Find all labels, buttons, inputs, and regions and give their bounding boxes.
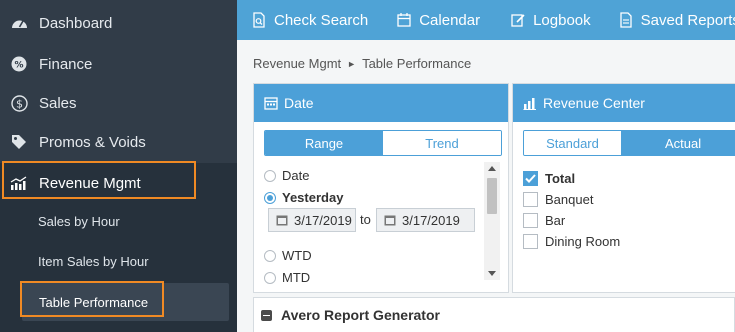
date-panel-title: Date [284, 95, 314, 111]
revenue-mode-toggle: Standard Actual [523, 130, 735, 156]
svg-text:$: $ [16, 97, 23, 110]
radio-button[interactable] [264, 249, 276, 262]
revenue-center-panel: Revenue Center Standard Actual Total Ban… [512, 83, 735, 293]
sidebar-item-finance[interactable]: % Finance [0, 44, 237, 84]
scroll-thumb[interactable] [487, 178, 497, 214]
trend-toggle-option[interactable]: Trend [383, 131, 501, 155]
date-panel: Date Range Trend Date Yesterday 3/17/201… [253, 83, 509, 293]
from-date-field[interactable]: 3/17/2019 [268, 208, 356, 232]
radio-button[interactable] [264, 271, 276, 284]
tag-icon [10, 133, 28, 151]
date-panel-header: Date [254, 84, 508, 122]
revenue-item-dining-room[interactable]: Dining Room [523, 234, 620, 249]
sidebar-item-label: Dashboard [39, 14, 113, 32]
sidebar-item-label: Finance [39, 55, 93, 73]
speedometer-icon [10, 14, 28, 32]
document-search-icon [253, 12, 265, 28]
sidebar-item-revenue-mgmt[interactable]: Revenue Mgmt [0, 163, 237, 203]
sidebar-item-dashboard[interactable]: Dashboard [0, 3, 237, 43]
breadcrumb-parent[interactable]: Revenue Mgmt [253, 56, 341, 71]
checkbox-checked[interactable] [523, 171, 538, 186]
date-options-scrollbar[interactable] [484, 162, 500, 280]
revenue-center-header: Revenue Center [513, 84, 735, 122]
revenue-center-title: Revenue Center [543, 95, 645, 111]
checkbox[interactable] [523, 192, 538, 207]
sidebar-item-label: Sales [39, 94, 77, 112]
collapse-icon[interactable] [261, 309, 272, 321]
saved-reports-link[interactable]: Saved Reports [619, 0, 735, 40]
svg-text:%: % [14, 61, 23, 71]
sidebar-subitem-item-sales-by-hour[interactable]: Item Sales by Hour [38, 254, 149, 269]
date-option-yesterday[interactable]: Yesterday [264, 190, 343, 205]
calendar-icon [397, 13, 411, 27]
date-option-date[interactable]: Date [264, 168, 309, 183]
date-mode-toggle: Range Trend [264, 130, 502, 156]
calendar-link[interactable]: Calendar [397, 0, 480, 40]
revenue-item-bar[interactable]: Bar [523, 213, 565, 228]
revenue-item-total[interactable]: Total [523, 171, 575, 186]
to-label: to [360, 212, 371, 227]
range-toggle-option[interactable]: Range [265, 131, 383, 155]
breadcrumb: Revenue Mgmt ► Table Performance [253, 56, 471, 71]
top-toolbar: Check Search Calendar Logbook Saved Repo… [237, 0, 735, 40]
breadcrumb-current: Table Performance [362, 56, 472, 71]
sidebar-item-label: Revenue Mgmt [39, 174, 141, 192]
percent-icon: % [10, 55, 28, 73]
standard-toggle-option[interactable]: Standard [524, 131, 621, 155]
checkbox[interactable] [523, 234, 538, 249]
sidebar-item-sales[interactable]: $ Sales [0, 83, 237, 123]
breadcrumb-separator: ► [347, 58, 357, 69]
file-icon [620, 12, 632, 28]
chart-icon [523, 98, 536, 110]
revenue-item-banquet[interactable]: Banquet [523, 192, 593, 207]
calendar-icon [384, 215, 396, 226]
sidebar-item-promos-voids[interactable]: Promos & Voids [0, 122, 237, 162]
scroll-up-arrow[interactable] [488, 166, 496, 171]
sidebar: Dashboard % Finance $ Sales Promos & Voi… [0, 0, 237, 332]
report-generator-title: Avero Report Generator [281, 307, 440, 323]
report-generator-section[interactable]: Avero Report Generator [253, 297, 735, 332]
checkbox[interactable] [523, 213, 538, 228]
date-option-mtd[interactable]: MTD [264, 270, 310, 285]
sidebar-subitem-sales-by-hour[interactable]: Sales by Hour [38, 214, 120, 229]
edit-icon [511, 14, 525, 27]
to-date-field[interactable]: 3/17/2019 [376, 208, 475, 232]
calendar-icon [264, 97, 278, 110]
sidebar-subitem-label: Table Performance [39, 294, 149, 310]
bar-trend-icon [10, 174, 28, 192]
radio-button[interactable] [264, 169, 276, 182]
radio-button-selected[interactable] [264, 191, 276, 204]
sidebar-subitem-table-performance[interactable]: Table Performance [22, 283, 229, 321]
scroll-down-arrow[interactable] [488, 271, 496, 276]
logbook-link[interactable]: Logbook [511, 0, 591, 40]
calendar-icon [276, 215, 288, 226]
dollar-icon: $ [10, 94, 28, 112]
checkmark-icon [525, 174, 536, 183]
sidebar-item-label: Promos & Voids [39, 133, 146, 151]
check-search-link[interactable]: Check Search [252, 0, 368, 40]
actual-toggle-option[interactable]: Actual [621, 131, 735, 155]
date-option-wtd[interactable]: WTD [264, 248, 312, 263]
